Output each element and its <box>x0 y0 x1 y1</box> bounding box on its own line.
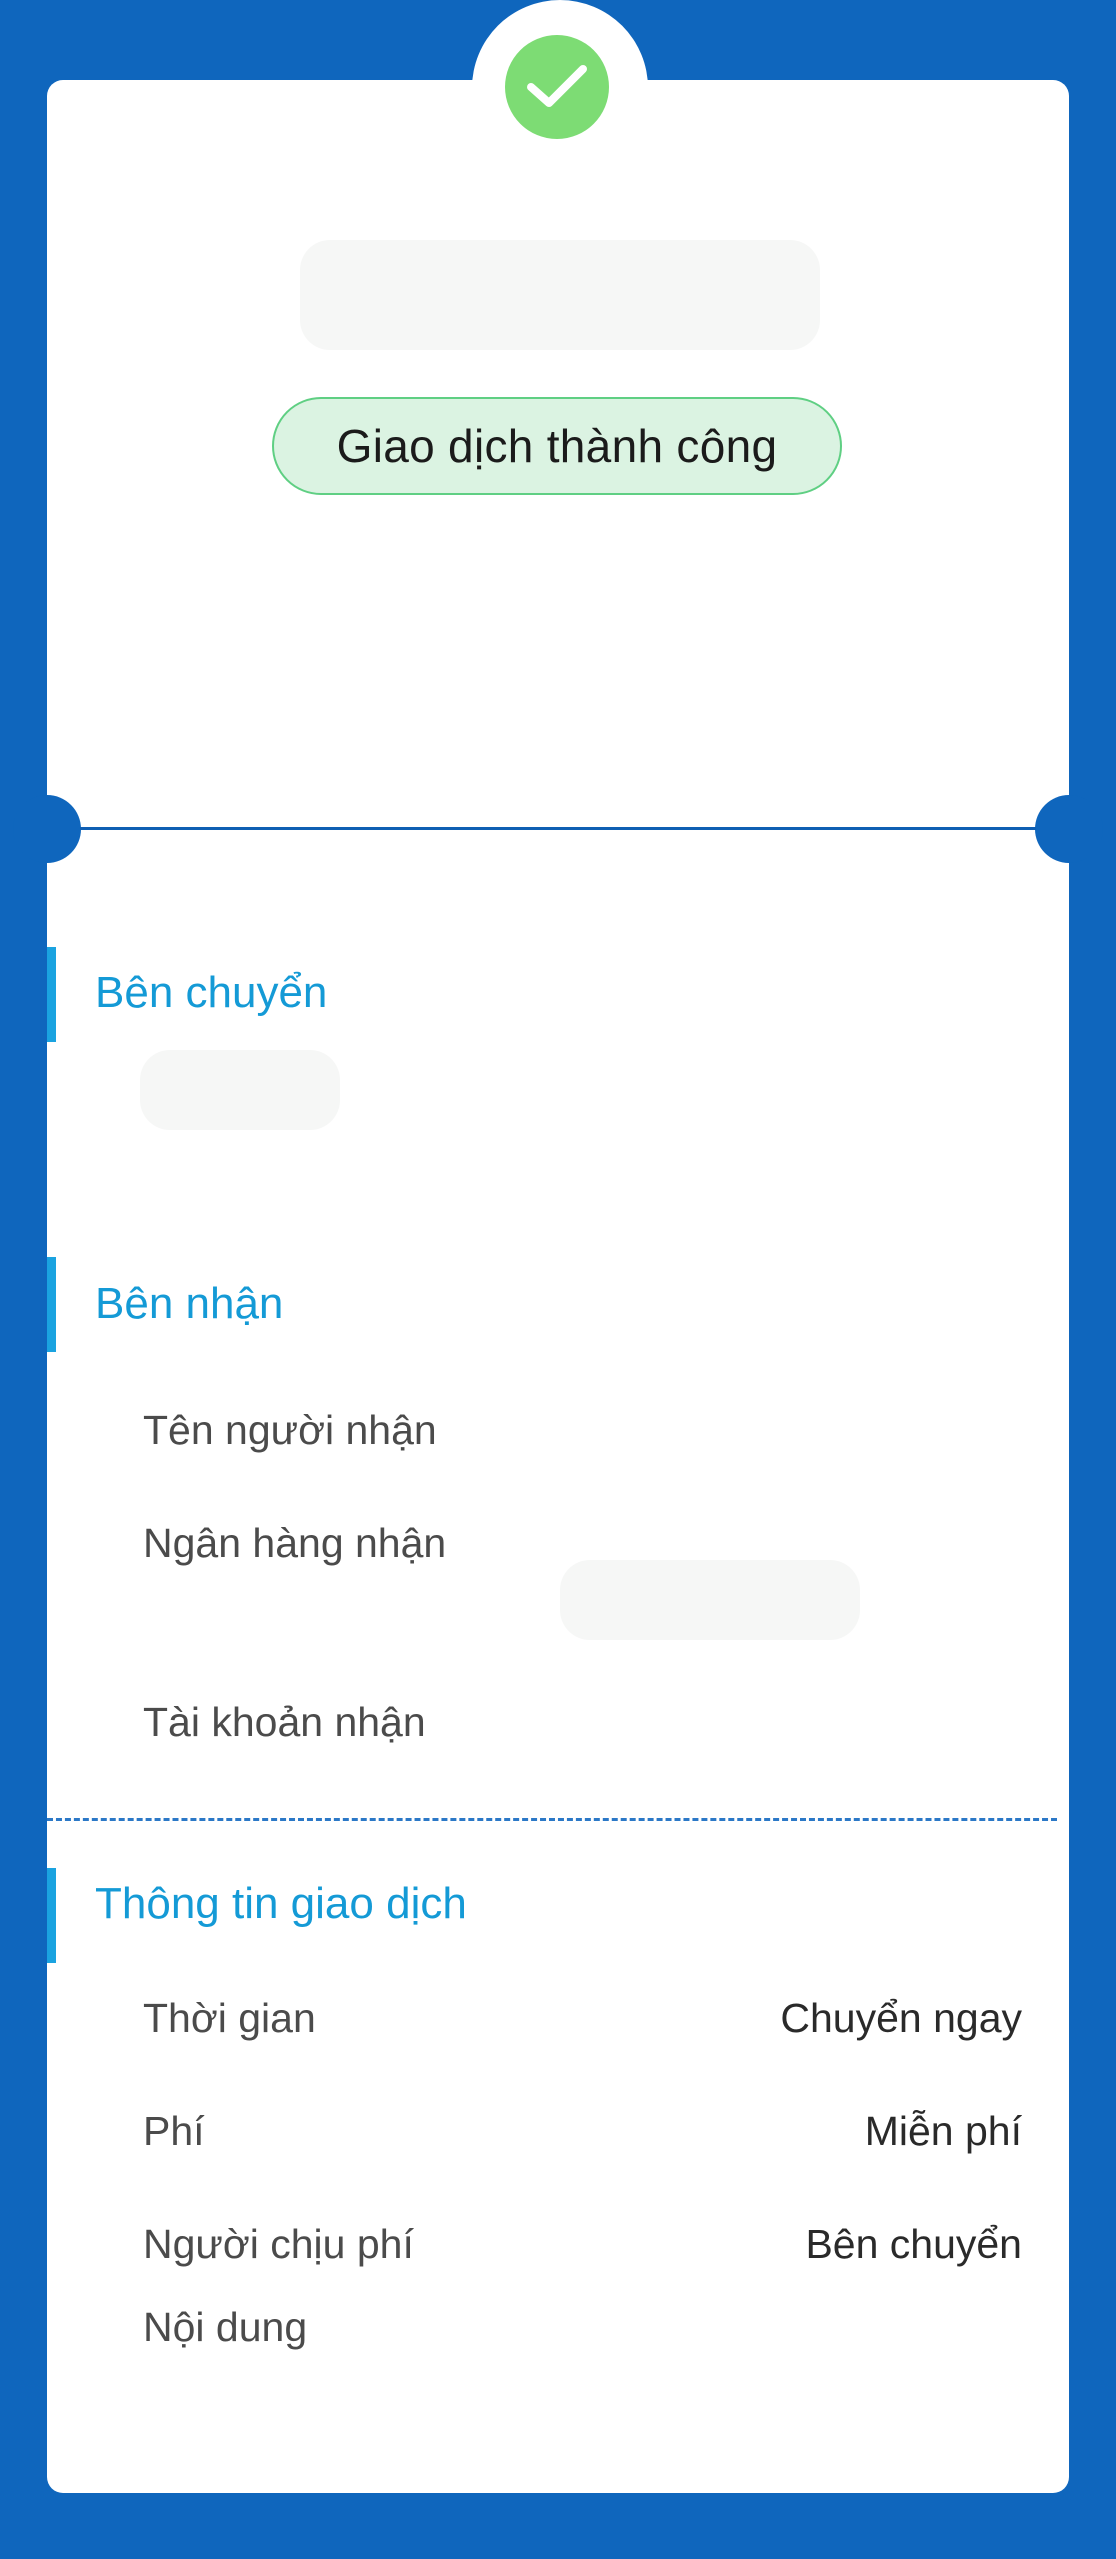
section-marker-receiver <box>47 1257 56 1352</box>
ticket-notch-right <box>1035 795 1103 863</box>
redacted-amount <box>300 240 820 350</box>
transaction-section-title: Thông tin giao dịch <box>95 1879 467 1928</box>
sender-section-title: Bên chuyển <box>95 968 328 1017</box>
receiver-bank-label: Ngân hàng nhận <box>143 1520 447 1566</box>
receiver-section-title: Bên nhận <box>95 1279 284 1328</box>
dashed-divider <box>47 1818 1057 1821</box>
redacted-sender-info <box>140 1050 340 1130</box>
time-label: Thời gian <box>143 1995 316 2041</box>
status-badge: Giao dịch thành công <box>272 397 842 495</box>
section-marker-sender <box>47 947 56 1042</box>
ticket-notch-left <box>13 795 81 863</box>
check-icon <box>505 35 609 139</box>
content-label: Nội dung <box>143 2304 308 2350</box>
fee-payer-label: Người chịu phí <box>143 2221 414 2267</box>
section-marker-transaction <box>47 1868 56 1963</box>
fee-label: Phí <box>143 2108 205 2154</box>
check-icon-glyph <box>527 65 587 107</box>
receiver-account-label: Tài khoản nhận <box>143 1699 426 1745</box>
time-value: Chuyển ngay <box>780 1995 1022 2041</box>
fee-value: Miễn phí <box>864 2108 1022 2154</box>
fee-payer-value: Bên chuyển <box>805 2221 1022 2267</box>
section-divider <box>80 827 1036 830</box>
receiver-name-label: Tên người nhận <box>143 1407 437 1453</box>
redacted-receiver-bank <box>560 1560 860 1640</box>
